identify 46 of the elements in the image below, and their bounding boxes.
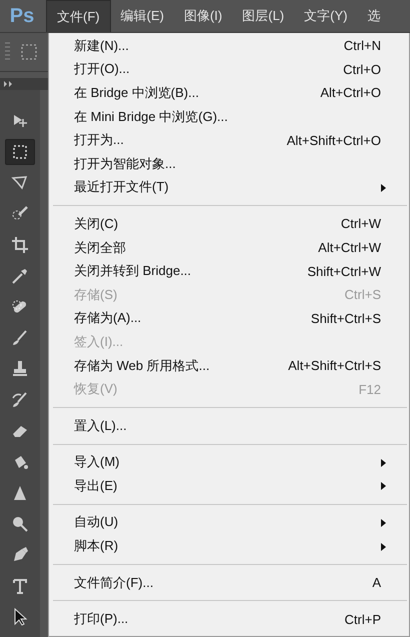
menu-item[interactable]: 存储为 Web 所用格式... Alt+Shift+Ctrl+S xyxy=(49,354,409,378)
shortcut-label: F12 xyxy=(358,382,381,397)
menu-item[interactable]: 打开为... Alt+Shift+Ctrl+O xyxy=(49,128,409,152)
shortcut-label: Ctrl+O xyxy=(343,62,381,77)
menu-bar-item[interactable]: 文字(Y) xyxy=(294,0,358,32)
app-logo: Ps xyxy=(8,4,36,28)
menu-item[interactable]: 置入(L)... xyxy=(49,414,409,438)
menu-bar-item[interactable]: 编辑(E) xyxy=(110,0,174,32)
menu-item[interactable]: 自动(U) xyxy=(49,510,409,534)
eyedropper-icon xyxy=(10,266,30,286)
menu-item[interactable]: 导入(M) xyxy=(49,450,409,474)
menu-item[interactable]: 关闭并转到 Bridge... Shift+Ctrl+W xyxy=(49,259,409,283)
menu-item[interactable]: 打开(O)... Ctrl+O xyxy=(49,58,409,82)
menu-bar-item[interactable]: 选 xyxy=(357,0,390,32)
menu-item[interactable]: 在 Mini Bridge 中浏览(G)... xyxy=(49,104,409,128)
menu-item[interactable]: 在 Bridge 中浏览(B)... Alt+Ctrl+O xyxy=(49,81,409,105)
shortcut-label: A xyxy=(372,575,381,590)
type-icon xyxy=(10,576,30,596)
shortcut-label: Ctrl+N xyxy=(344,38,381,54)
menu-item[interactable]: 关闭(C) Ctrl+W xyxy=(49,212,409,236)
menu-item[interactable]: 脚本(R) xyxy=(49,534,409,558)
menu-item[interactable]: 存储为(A)... Shift+Ctrl+S xyxy=(49,306,409,330)
shortcut-label: Shift+Ctrl+W xyxy=(307,264,381,279)
shortcut-label: Alt+Shift+Ctrl+O xyxy=(286,132,381,148)
menu-bar-item[interactable]: 文件(F) xyxy=(46,0,111,32)
menu-item[interactable]: 导出(E) xyxy=(49,474,409,498)
shortcut-label: Alt+Shift+Ctrl+S xyxy=(288,358,381,374)
shortcut-label: Ctrl+P xyxy=(344,612,381,627)
menu-item[interactable]: 打开为智能对象... xyxy=(49,152,409,176)
menu-item[interactable]: 最近打开文件(T) xyxy=(49,176,409,200)
menu-item[interactable]: 文件简介(F)... A xyxy=(49,570,409,594)
shortcut-label: Alt+Ctrl+W xyxy=(318,240,381,256)
shortcut-label: Alt+Ctrl+O xyxy=(320,85,381,100)
crop-icon xyxy=(10,235,30,255)
shortcut-label: Shift+Ctrl+S xyxy=(310,310,381,326)
menu-bar-item[interactable]: 图层(L) xyxy=(232,0,294,32)
stamp-icon xyxy=(10,359,30,379)
menu-item[interactable]: 新建(N)... Ctrl+N xyxy=(49,34,409,58)
menu-bar-item[interactable]: 图像(I) xyxy=(174,0,232,32)
menu-item[interactable]: 打印(P)... Ctrl+P xyxy=(49,607,409,632)
collapse-icon[interactable] xyxy=(4,81,14,87)
menu-item[interactable]: 关闭全部 Alt+Ctrl+W xyxy=(49,236,409,260)
shortcut-label: Ctrl+W xyxy=(340,216,381,232)
tool-button[interactable] xyxy=(5,139,35,165)
shortcut-label: Ctrl+S xyxy=(344,287,381,302)
marquee-icon[interactable] xyxy=(20,43,38,61)
